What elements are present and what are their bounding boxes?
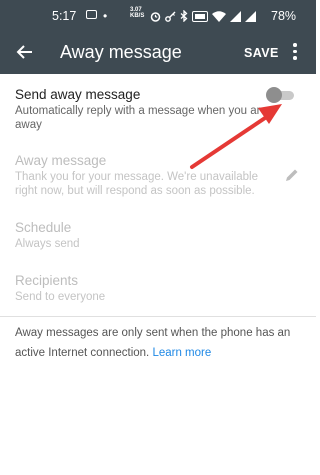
save-button[interactable]: SAVE <box>244 46 279 60</box>
status-bar: 5:17 • 3.07 KB/S 78% <box>0 0 316 32</box>
status-icons <box>150 7 256 25</box>
back-arrow-icon[interactable] <box>15 42 35 62</box>
recipients-value: Send to everyone <box>15 291 106 303</box>
signal-icon <box>230 10 241 22</box>
volte-icon <box>192 10 208 22</box>
bluetooth-icon <box>180 10 188 22</box>
divider <box>0 316 316 317</box>
signal-icon <box>245 10 256 22</box>
battery-level: 78% <box>271 9 297 23</box>
send-away-message-title: Send away message <box>15 87 141 102</box>
schedule-value: Always send <box>15 238 80 250</box>
network-speed-unit: KB/S <box>130 13 145 19</box>
learn-more-link[interactable]: Learn more <box>152 347 211 359</box>
connection-note: Away messages are only sent when the pho… <box>15 323 305 363</box>
schedule-title: Schedule <box>15 220 72 235</box>
away-message-title: Away message <box>15 153 107 168</box>
page-title: Away message <box>60 42 182 62</box>
send-away-message-setting[interactable]: Send away message Automatically reply wi… <box>15 87 278 132</box>
image-icon <box>86 10 97 19</box>
send-away-message-toggle[interactable] <box>266 87 296 103</box>
schedule-setting[interactable]: Schedule Always send <box>15 220 278 251</box>
network-speed: 3.07 KB/S <box>130 7 144 19</box>
send-away-message-description: Automatically reply with a message when … <box>15 105 267 131</box>
key-icon <box>165 11 176 22</box>
recipients-title: Recipients <box>15 273 79 288</box>
edit-pencil-icon[interactable] <box>284 167 300 183</box>
away-message-text: Thank you for your message. We're unavai… <box>15 171 258 197</box>
recipients-setting[interactable]: Recipients Send to everyone <box>15 273 278 304</box>
app-bar: Away message SAVE <box>0 32 316 74</box>
notification-dot: • <box>103 9 108 23</box>
alarm-icon <box>150 11 161 22</box>
away-message-setting[interactable]: Away message Thank you for your message.… <box>15 153 278 198</box>
status-time: 5:17 <box>52 9 77 23</box>
more-options-icon[interactable] <box>292 43 298 63</box>
wifi-icon <box>212 10 226 22</box>
